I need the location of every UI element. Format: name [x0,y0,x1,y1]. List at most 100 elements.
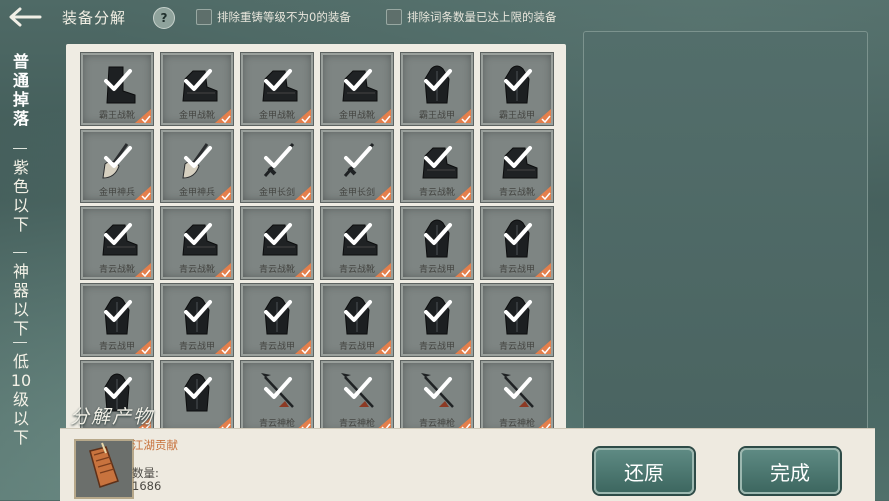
check-icon [184,377,212,399]
equipment-slot[interactable]: 霸王战甲 [480,52,554,126]
filter-tab[interactable]: 普通掉落 [10,52,32,128]
check-icon [184,223,212,245]
check-icon [104,223,132,245]
check-icon [264,146,292,168]
check-icon [424,223,452,245]
scroll-icon [89,442,119,488]
equipment-slot[interactable]: 金甲神兵 [80,129,154,203]
filter-divider [13,148,27,149]
equipment-slot[interactable]: 青云神枪 [480,360,554,434]
equipment-slot[interactable]: 青云战甲 [480,206,554,280]
equipment-slot[interactable]: 青云战靴 [240,206,314,280]
check-icon [344,69,372,91]
top-bar: 装备分解 ? 排除重铸等级不为0的装备 排除词条数量已达上限的装备 [0,0,889,34]
check-icon [344,146,372,168]
filter-sidebar: 普通掉落紫色以下神器以下低10级以下 [0,40,40,500]
check-icon [104,146,132,168]
equipment-name: 金甲战靴 [338,111,375,121]
corner-check-icon [381,269,391,277]
equipment-slot[interactable]: 金甲战靴 [240,52,314,126]
corner-check-icon [301,346,311,354]
page-title: 装备分解 [62,9,127,27]
check-icon [504,223,532,245]
equipment-slot[interactable]: 青云战靴 [400,129,474,203]
equipment-slot[interactable]: 金甲长剑 [240,129,314,203]
equipment-slot[interactable]: 金甲长剑 [320,129,394,203]
equipment-slot[interactable]: 青云战靴 [480,129,554,203]
filter-tab[interactable]: 紫色以下 [10,158,32,234]
equipment-name: 青云战甲 [498,265,535,275]
check-icon [504,146,532,168]
checkbox-box [196,9,212,25]
equipment-name: 金甲神兵 [98,188,135,198]
equipment-name: 霸王战甲 [418,111,455,121]
check-icon [424,300,452,322]
restore-button[interactable]: 还原 [594,448,694,494]
equipment-slot[interactable]: 青云战靴 [320,206,394,280]
check-icon [504,300,532,322]
corner-check-icon [141,192,151,200]
equipment-name: 青云战甲 [418,342,455,352]
corner-check-icon [541,115,551,123]
check-icon [424,377,452,399]
equipment-name: 青云战甲 [338,342,375,352]
output-item-slot[interactable] [74,439,134,499]
check-icon [104,300,132,322]
equipment-slot[interactable]: 金甲战靴 [320,52,394,126]
detail-panel [583,31,868,433]
corner-check-icon [301,192,311,200]
equipment-slot[interactable]: 青云战甲 [320,283,394,357]
check-icon [104,377,132,399]
equipment-name: 金甲长剑 [258,188,295,198]
equipment-name: 金甲战靴 [178,111,215,121]
equipment-name: 青云战靴 [418,188,455,198]
exclude-maxed-affix-checkbox[interactable]: 排除词条数量已达上限的装备 [386,9,557,25]
corner-check-icon [141,269,151,277]
equipment-slot[interactable]: 青云战甲 [240,283,314,357]
filter-tab[interactable]: 低10级以下 [10,352,32,447]
equipment-slot[interactable] [160,360,234,434]
equipment-slot[interactable]: 霸王战靴 [80,52,154,126]
equipment-name: 金甲战靴 [258,111,295,121]
equipment-slot[interactable]: 青云战靴 [160,206,234,280]
equipment-slot[interactable]: 霸王战甲 [400,52,474,126]
filter-divider [13,342,27,343]
equipment-slot[interactable]: 青云神枪 [400,360,474,434]
output-item-name: 江湖贡献 [132,438,178,452]
filter-tab[interactable]: 神器以下 [10,262,32,338]
done-button[interactable]: 完成 [740,448,840,494]
equipment-name: 青云战甲 [418,265,455,275]
back-arrow-icon [9,7,42,27]
help-button[interactable]: ? [153,7,175,29]
equipment-slot[interactable]: 青云神枪 [320,360,394,434]
equipment-slot[interactable]: 青云战甲 [400,206,474,280]
corner-check-icon [541,346,551,354]
corner-check-icon [461,115,471,123]
check-icon [504,377,532,399]
corner-check-icon [461,269,471,277]
equipment-name: 青云战甲 [98,342,135,352]
equipment-slot[interactable]: 青云神枪 [240,360,314,434]
equipment-name: 青云战靴 [98,265,135,275]
checkbox-label: 排除词条数量已达上限的装备 [407,10,557,24]
back-button[interactable] [6,4,44,30]
equipment-slot[interactable]: 青云战甲 [160,283,234,357]
corner-check-icon [301,115,311,123]
output-qty-value: 1686 [132,479,162,493]
check-icon [184,300,212,322]
equipment-slot[interactable]: 青云战甲 [400,283,474,357]
corner-check-icon [221,115,231,123]
check-icon [264,69,292,91]
equipment-name: 青云战靴 [178,265,215,275]
equipment-slot[interactable]: 金甲战靴 [160,52,234,126]
exclude-reforged-checkbox[interactable]: 排除重铸等级不为0的装备 [196,9,351,25]
equipment-slot[interactable]: 青云战甲 [480,283,554,357]
check-icon [504,69,532,91]
check-icon [264,300,292,322]
equipment-name: 青云战靴 [338,265,375,275]
equipment-slot[interactable]: 青云战甲 [80,283,154,357]
equipment-slot[interactable]: 金甲神兵 [160,129,234,203]
equipment-name: 青云战甲 [498,342,535,352]
equipment-slot[interactable]: 青云战靴 [80,206,154,280]
equipment-name: 霸王战靴 [98,111,135,121]
